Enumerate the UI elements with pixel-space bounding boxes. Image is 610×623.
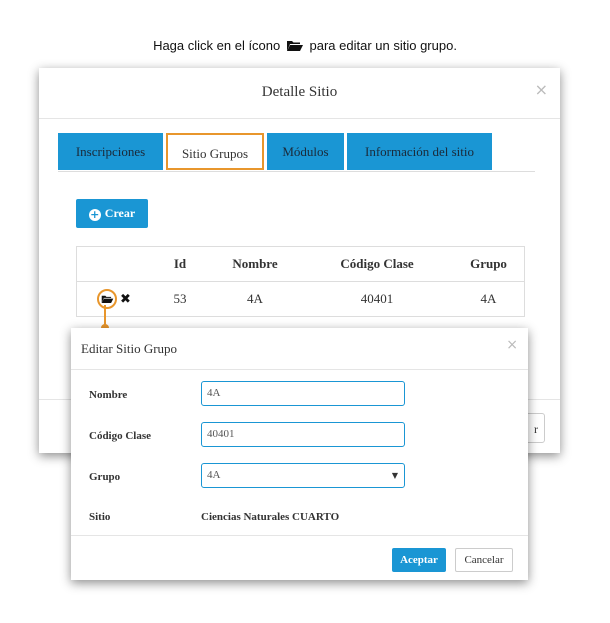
sitio-value: Ciencias Naturales CUARTO bbox=[201, 511, 340, 523]
nombre-input[interactable]: 4A bbox=[201, 381, 405, 406]
callout-connector bbox=[104, 305, 106, 326]
grupo-selected-value: 4A bbox=[207, 469, 221, 481]
col-nombre: Nombre bbox=[209, 246, 301, 282]
cell-nombre: 4A bbox=[247, 291, 263, 306]
grupo-label: Grupo bbox=[89, 471, 121, 483]
aceptar-button[interactable]: Aceptar bbox=[392, 548, 446, 572]
tab-informacion-del-sitio[interactable]: Información del sitio bbox=[347, 133, 492, 170]
instruction-before: Haga click en el ícono bbox=[153, 38, 281, 53]
modal-header: Editar Sitio Grupo × bbox=[71, 328, 528, 370]
editar-sitio-grupo-modal: Editar Sitio Grupo × Nombre 4A Código Cl… bbox=[71, 328, 528, 580]
chevron-down-icon: ▼ bbox=[391, 471, 398, 480]
footer-divider bbox=[71, 535, 528, 536]
codigo-clase-label: Código Clase bbox=[89, 430, 152, 442]
col-grupo: Grupo bbox=[453, 246, 525, 282]
tab-sitio-grupos[interactable]: Sitio Grupos bbox=[166, 133, 264, 170]
tab-bar: Inscripciones Sitio Grupos Módulos Infor… bbox=[58, 133, 535, 172]
col-id: Id bbox=[151, 246, 209, 282]
table-row: ✖ 53 4A 40401 4A bbox=[77, 282, 525, 317]
folder-open-icon bbox=[286, 39, 304, 55]
row-actions: ✖ bbox=[77, 282, 152, 317]
close-icon[interactable]: × bbox=[506, 337, 518, 353]
cancelar-button[interactable]: Cancelar bbox=[455, 548, 513, 572]
close-icon[interactable]: × bbox=[535, 80, 548, 99]
instruction-after: para editar un sitio grupo. bbox=[309, 38, 457, 53]
modal-header: Detalle Sitio × bbox=[39, 68, 560, 119]
crear-button[interactable]: + Crear bbox=[76, 199, 148, 228]
tab-inscripciones[interactable]: Inscripciones bbox=[58, 133, 163, 170]
modal-title: Detalle Sitio bbox=[261, 84, 338, 100]
sitio-label: Sitio bbox=[89, 511, 111, 523]
cell-grupo: 4A bbox=[480, 291, 497, 306]
cell-codigo: 40401 bbox=[360, 291, 394, 306]
col-actions bbox=[76, 246, 151, 282]
table-header-row: Id Nombre Código Clase Grupo bbox=[76, 246, 525, 282]
folder-open-icon[interactable] bbox=[97, 289, 118, 309]
tab-modulos[interactable]: Módulos bbox=[267, 133, 344, 170]
instruction-text: Haga click en el ícono para editar un si… bbox=[0, 38, 610, 55]
modal-title: Editar Sitio Grupo bbox=[81, 341, 178, 356]
sitio-grupos-table: Id Nombre Código Clase Grupo ✖ 53 4A 404… bbox=[76, 246, 525, 317]
delete-icon[interactable]: ✖ bbox=[120, 292, 131, 307]
plus-circle-icon: + bbox=[88, 208, 101, 221]
nombre-label: Nombre bbox=[89, 389, 128, 401]
cell-id: 53 bbox=[173, 291, 187, 306]
grupo-select[interactable]: 4A ▼ bbox=[201, 463, 405, 488]
codigo-clase-input[interactable]: 40401 bbox=[201, 422, 405, 447]
crear-label: Crear bbox=[104, 206, 136, 220]
col-codigo-clase: Código Clase bbox=[301, 246, 453, 282]
